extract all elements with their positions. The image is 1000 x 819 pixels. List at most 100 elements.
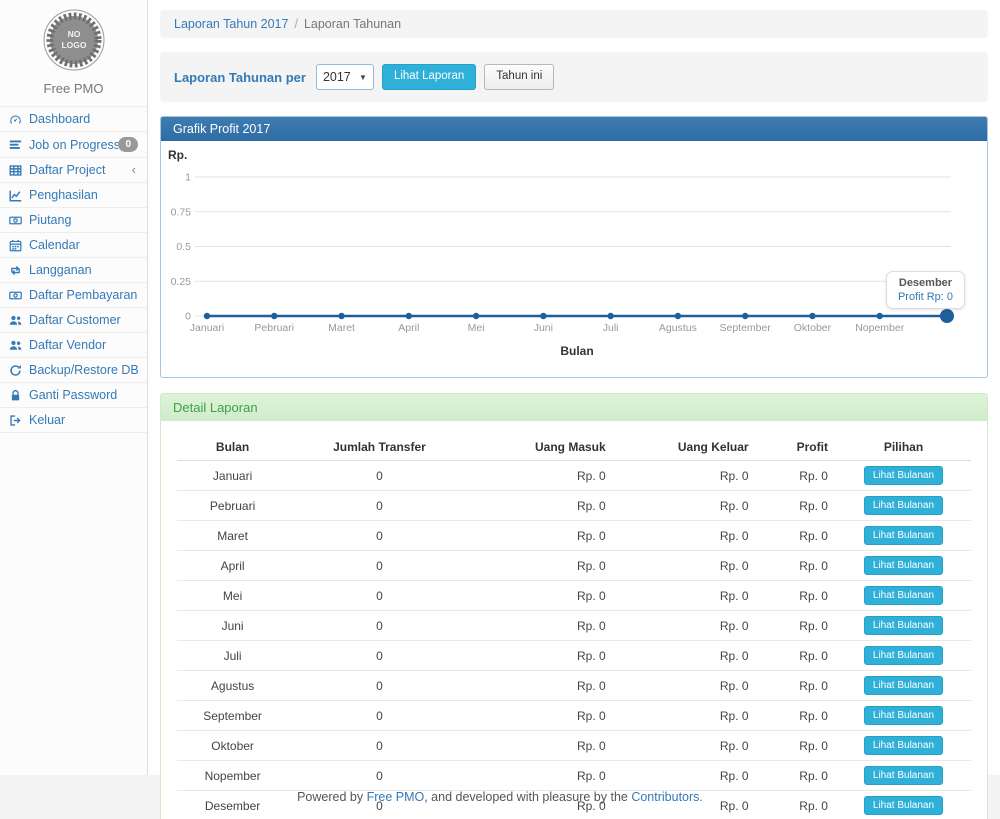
cell-pilihan: Lihat Bulanan xyxy=(836,671,971,701)
main-content: Laporan Tahun 2017/Laporan Tahunan Lapor… xyxy=(148,0,1000,775)
cell-pilihan: Lihat Bulanan xyxy=(836,791,971,819)
app-window: NO LOGO Free PMO Dashboard Job on Progres… xyxy=(0,0,1000,819)
detail-panel-title: Detail Laporan xyxy=(161,394,987,421)
view-monthly-button[interactable]: Lihat Bulanan xyxy=(864,766,943,785)
cell-pilihan: Lihat Bulanan xyxy=(836,551,971,581)
table-icon xyxy=(9,164,24,177)
view-monthly-button[interactable]: Lihat Bulanan xyxy=(864,676,943,695)
view-monthly-button[interactable]: Lihat Bulanan xyxy=(864,736,943,755)
cell-profit: Rp. 0 xyxy=(757,791,836,819)
cell-uang-keluar: Rp. 0 xyxy=(614,641,757,671)
cell-uang-keluar: Rp. 0 xyxy=(614,581,757,611)
cell-jumlah-transfer: 0 xyxy=(288,671,471,701)
svg-text:0.75: 0.75 xyxy=(171,206,192,218)
chart-svg: Rp.10.750.50.250JanuariPebruariMaretApri… xyxy=(161,141,987,369)
year-filter-label: Laporan Tahunan per xyxy=(174,70,306,85)
sidebar-item-langganan[interactable]: Langganan xyxy=(0,258,147,283)
svg-text:NO: NO xyxy=(67,29,80,39)
footer-text-prefix: Powered by xyxy=(297,790,366,804)
sidebar-item-daftar-project[interactable]: Daftar Project‹ xyxy=(0,158,147,183)
cell-bulan: Maret xyxy=(177,521,288,551)
cell-uang-masuk: Rp. 0 xyxy=(471,461,614,491)
chevron-left-icon: ‹ xyxy=(132,165,138,175)
cell-bulan: Juli xyxy=(177,641,288,671)
sidebar-item-daftar-customer[interactable]: Daftar Customer xyxy=(0,308,147,333)
cell-bulan: Januari xyxy=(177,461,288,491)
view-monthly-button[interactable]: Lihat Bulanan xyxy=(864,496,943,515)
svg-text:September: September xyxy=(719,322,771,334)
col-header-uang-masuk: Uang Masuk xyxy=(471,434,614,461)
view-monthly-button[interactable]: Lihat Bulanan xyxy=(864,556,943,575)
year-select[interactable]: 2017 ▼ xyxy=(316,64,374,90)
cell-profit: Rp. 0 xyxy=(757,761,836,791)
sidebar-item-label: Langganan xyxy=(29,263,138,277)
view-monthly-button[interactable]: Lihat Bulanan xyxy=(864,586,943,605)
cell-uang-keluar: Rp. 0 xyxy=(614,551,757,581)
cell-jumlah-transfer: 0 xyxy=(288,701,471,731)
cell-uang-masuk: Rp. 0 xyxy=(471,551,614,581)
sidebar-item-job-on-progress[interactable]: Job on Progress0 xyxy=(0,132,147,158)
sidebar-item-daftar-vendor[interactable]: Daftar Vendor xyxy=(0,333,147,358)
sidebar-item-penghasilan[interactable]: Penghasilan xyxy=(0,183,147,208)
calendar-icon xyxy=(9,239,24,252)
sidebar-item-dashboard[interactable]: Dashboard xyxy=(0,107,147,132)
table-row: April0Rp. 0Rp. 0Rp. 0Lihat Bulanan xyxy=(177,551,971,581)
view-monthly-button[interactable]: Lihat Bulanan xyxy=(864,706,943,725)
sidebar: NO LOGO Free PMO DashboardJob on Progres… xyxy=(0,0,148,775)
year-select-value: 2017 xyxy=(323,70,351,84)
view-monthly-button[interactable]: Lihat Bulanan xyxy=(864,616,943,635)
breadcrumb: Laporan Tahun 2017/Laporan Tahunan xyxy=(160,10,988,38)
cell-uang-masuk: Rp. 0 xyxy=(471,581,614,611)
detail-table-wrap: Bulan Jumlah Transfer Uang Masuk Uang Ke… xyxy=(161,421,987,819)
col-header-bulan: Bulan xyxy=(177,434,288,461)
cell-bulan: Agustus xyxy=(177,671,288,701)
cell-pilihan: Lihat Bulanan xyxy=(836,581,971,611)
footer-link-freepmo[interactable]: Free PMO xyxy=(367,790,425,804)
dashboard-icon xyxy=(9,113,24,126)
cell-uang-keluar: Rp. 0 xyxy=(614,761,757,791)
sidebar-item-keluar[interactable]: Keluar xyxy=(0,408,147,433)
svg-text:Bulan: Bulan xyxy=(560,344,593,358)
cell-profit: Rp. 0 xyxy=(757,641,836,671)
svg-text:Rp.: Rp. xyxy=(168,148,187,162)
table-row: September0Rp. 0Rp. 0Rp. 0Lihat Bulanan xyxy=(177,701,971,731)
cell-profit: Rp. 0 xyxy=(757,551,836,581)
svg-text:LOGO: LOGO xyxy=(61,40,86,50)
this-year-button[interactable]: Tahun ini xyxy=(484,64,554,90)
lock-icon xyxy=(9,389,24,402)
cell-jumlah-transfer: 0 xyxy=(288,641,471,671)
sidebar-item-label: Daftar Pembayaran xyxy=(29,288,138,302)
profit-line-chart[interactable]: Rp.10.750.50.250JanuariPebruariMaretApri… xyxy=(161,141,987,377)
svg-text:Mei: Mei xyxy=(468,322,485,334)
sidebar-item-label: Backup/Restore DB xyxy=(29,363,138,377)
cell-pilihan: Lihat Bulanan xyxy=(836,641,971,671)
svg-text:Oktober: Oktober xyxy=(794,322,832,334)
sidebar-item-label: Calendar xyxy=(29,238,138,252)
footer-link-contributors[interactable]: Contributors. xyxy=(631,790,703,804)
cell-jumlah-transfer: 0 xyxy=(288,461,471,491)
sidebar-item-label: Ganti Password xyxy=(29,388,138,402)
cell-jumlah-transfer: 0 xyxy=(288,551,471,581)
sidebar-item-ganti-password[interactable]: Ganti Password xyxy=(0,383,147,408)
breadcrumb-link[interactable]: Laporan Tahun 2017 xyxy=(174,17,288,31)
sidebar-item-label: Penghasilan xyxy=(29,188,138,202)
col-header-jumlah-transfer: Jumlah Transfer xyxy=(288,434,471,461)
sidebar-item-label: Piutang xyxy=(29,213,138,227)
view-monthly-button[interactable]: Lihat Bulanan xyxy=(864,466,943,485)
sidebar-item-calendar[interactable]: Calendar xyxy=(0,233,147,258)
view-report-button[interactable]: Lihat Laporan xyxy=(382,64,476,90)
table-row: Juni0Rp. 0Rp. 0Rp. 0Lihat Bulanan xyxy=(177,611,971,641)
col-header-profit: Profit xyxy=(757,434,836,461)
col-header-pilihan: Pilihan xyxy=(836,434,971,461)
sidebar-item-daftar-pembayaran[interactable]: Daftar Pembayaran xyxy=(0,283,147,308)
sidebar-item-backup-restore-db[interactable]: Backup/Restore DB xyxy=(0,358,147,383)
svg-text:0.5: 0.5 xyxy=(176,241,191,253)
view-monthly-button[interactable]: Lihat Bulanan xyxy=(864,646,943,665)
sidebar-item-piutang[interactable]: Piutang xyxy=(0,208,147,233)
cell-bulan: April xyxy=(177,551,288,581)
view-monthly-button[interactable]: Lihat Bulanan xyxy=(864,796,943,815)
cell-pilihan: Lihat Bulanan xyxy=(836,611,971,641)
sidebar-item-label: Daftar Customer xyxy=(29,313,138,327)
sidebar-item-label: Dashboard xyxy=(29,112,138,126)
view-monthly-button[interactable]: Lihat Bulanan xyxy=(864,526,943,545)
